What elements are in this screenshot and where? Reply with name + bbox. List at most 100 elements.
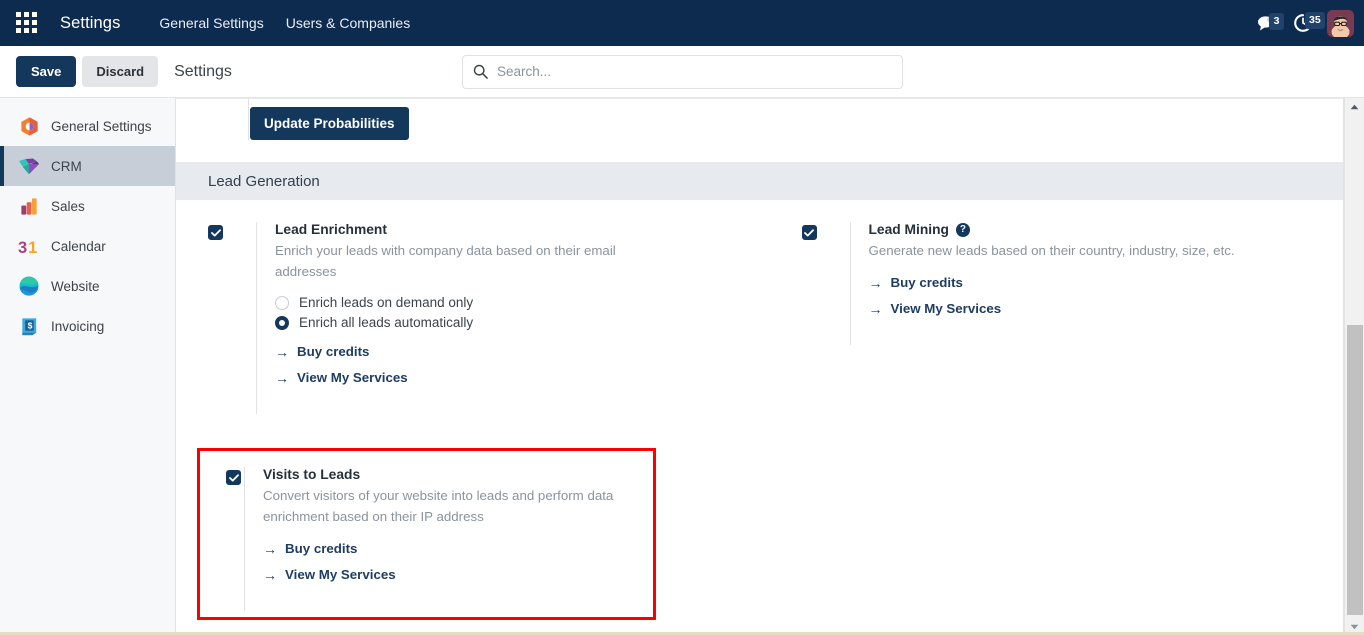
- radio-enrich-on-demand[interactable]: Enrich leads on demand only: [275, 295, 760, 310]
- sidebar-item-label: Invoicing: [51, 318, 105, 334]
- search-icon: [473, 64, 488, 79]
- calendar-icon: 3 1: [18, 235, 40, 257]
- radio-label: Enrich leads on demand only: [299, 295, 474, 310]
- navbar-systray: 3 35: [1257, 0, 1354, 46]
- update-probabilities-button[interactable]: Update Probabilities: [250, 107, 409, 140]
- settings-column-left: Lead Enrichment Enrich your leads with c…: [176, 216, 760, 418]
- arrow-right-icon: →: [275, 343, 289, 360]
- save-button[interactable]: Save: [16, 56, 77, 87]
- radio-enrich-automatically[interactable]: Enrich all leads automatically: [275, 315, 760, 330]
- messages-counter-badge: 3: [1269, 13, 1284, 30]
- link-buy-credits[interactable]: → Buy credits: [263, 541, 653, 556]
- lead-mining-title: Lead Mining ?: [869, 222, 1344, 237]
- link-view-my-services[interactable]: → View My Services: [275, 370, 760, 385]
- scroll-up-arrow-icon[interactable]: [1345, 98, 1364, 115]
- arrow-right-icon: →: [263, 540, 277, 557]
- sidebar-item-label: Website: [51, 278, 100, 294]
- sales-icon: [18, 195, 40, 217]
- lead-enrichment-body: Lead Enrichment Enrich your leads with c…: [256, 222, 760, 414]
- lead-enrichment-radio-group: Enrich leads on demand only Enrich all l…: [275, 295, 760, 330]
- setting-title-text: Lead Enrichment: [275, 222, 387, 237]
- visits-to-leads-body: Visits to Leads Convert visitors of your…: [244, 467, 653, 611]
- check-icon: [210, 228, 221, 236]
- highlight-box-visits-to-leads: Visits to Leads Convert visitors of your…: [197, 448, 656, 620]
- link-view-my-services[interactable]: → View My Services: [263, 567, 653, 582]
- sidebar-item-crm[interactable]: CRM: [0, 146, 175, 186]
- visits-to-leads-links: → Buy credits → View My Services: [263, 541, 653, 582]
- sidebar-item-label: Calendar: [51, 238, 106, 254]
- arrow-right-icon: →: [868, 274, 883, 291]
- arrow-right-icon: →: [263, 566, 277, 583]
- update-probabilities-row: Update Probabilities: [176, 99, 1343, 162]
- general-settings-icon: [18, 115, 40, 137]
- settings-content: Update Probabilities Lead Generation Lea…: [176, 98, 1344, 635]
- link-label: Buy credits: [890, 275, 963, 290]
- arrow-right-icon: →: [868, 300, 883, 317]
- crm-icon: [18, 155, 40, 177]
- lead-enrichment-title: Lead Enrichment: [275, 222, 760, 237]
- visits-to-leads-checkbox[interactable]: [226, 470, 241, 485]
- lead-enrichment-checkbox-wrap: [208, 222, 256, 240]
- link-view-my-services[interactable]: → View My Services: [869, 301, 1344, 316]
- link-label: View My Services: [890, 301, 1002, 316]
- avatar[interactable]: [1327, 9, 1354, 37]
- sidebar-item-invoicing[interactable]: $ Invoicing: [0, 306, 175, 346]
- search-placeholder: Search...: [497, 64, 552, 79]
- setting-title-text: Lead Mining: [868, 222, 949, 237]
- help-question-icon[interactable]: ?: [955, 222, 970, 237]
- sidebar-item-website[interactable]: Website: [0, 266, 175, 306]
- setting-lead-enrichment: Lead Enrichment Enrich your leads with c…: [208, 216, 760, 418]
- lead-enrichment-links: → Buy credits → View My Services: [275, 344, 760, 385]
- sidebar-item-general-settings[interactable]: General Settings: [0, 106, 175, 146]
- lead-mining-description: Generate new leads based on their countr…: [868, 243, 1235, 258]
- page-title: Settings: [174, 62, 232, 80]
- invoicing-icon: $: [18, 315, 40, 337]
- radio-button[interactable]: [275, 295, 289, 310]
- link-label: View My Services: [285, 567, 396, 582]
- lead-enrichment-description: Enrich your leads with company data base…: [275, 243, 616, 279]
- sidebar-item-label: CRM: [51, 158, 82, 174]
- sidebar-item-label: Sales: [51, 198, 85, 214]
- radio-label: Enrich all leads automatically: [299, 315, 474, 330]
- lead-mining-links: → Buy credits → View My Services: [869, 275, 1344, 316]
- control-panel: Save Discard Settings Search...: [0, 46, 1364, 98]
- search-input[interactable]: Search...: [462, 54, 903, 89]
- setting-title-text: Visits to Leads: [263, 467, 361, 482]
- setting-lead-mining: Lead Mining ? Generate new leads based o…: [801, 216, 1344, 349]
- nav-item-users-companies[interactable]: Users & Companies: [275, 10, 422, 36]
- sidebar-item-sales[interactable]: Sales: [0, 186, 175, 226]
- link-buy-credits[interactable]: → Buy credits: [869, 275, 1344, 290]
- app-brand-title[interactable]: Settings: [60, 14, 120, 33]
- check-icon: [228, 473, 239, 481]
- link-label: Buy credits: [285, 541, 358, 556]
- messages-menu[interactable]: 3: [1257, 13, 1284, 32]
- svg-text:3: 3: [18, 238, 27, 256]
- setting-visits-to-leads: Visits to Leads Convert visitors of your…: [200, 467, 653, 615]
- settings-block: Update Probabilities Lead Generation Lea…: [176, 99, 1343, 418]
- lead-mining-body: Lead Mining ? Generate new leads based o…: [849, 222, 1344, 345]
- top-navbar: Settings General Settings Users & Compan…: [0, 0, 1364, 46]
- lead-enrichment-checkbox[interactable]: [208, 225, 223, 240]
- visits-to-leads-checkbox-wrap: [200, 467, 244, 485]
- activities-menu[interactable]: 35: [1293, 12, 1325, 33]
- arrow-right-icon: →: [275, 369, 289, 386]
- link-label: View My Services: [297, 370, 408, 385]
- lead-mining-checkbox-wrap: [801, 222, 850, 240]
- link-buy-credits[interactable]: → Buy credits: [275, 344, 760, 359]
- app-body: General Settings CRM Sales 3 1 Calendar …: [0, 98, 1364, 635]
- nav-item-general-settings[interactable]: General Settings: [148, 10, 274, 36]
- navbar-menu: General Settings Users & Companies: [148, 10, 421, 36]
- check-icon: [804, 228, 814, 236]
- visits-to-leads-title: Visits to Leads: [263, 467, 653, 482]
- sidebar-item-calendar[interactable]: 3 1 Calendar: [0, 226, 175, 266]
- section-header-lead-generation: Lead Generation: [176, 162, 1343, 200]
- scrollbar-thumb[interactable]: [1347, 325, 1363, 615]
- vertical-scrollbar[interactable]: [1344, 98, 1364, 635]
- discard-button[interactable]: Discard: [82, 56, 159, 87]
- link-label: Buy credits: [297, 344, 370, 359]
- activities-counter-badge: 35: [1305, 12, 1325, 29]
- website-icon: [18, 275, 40, 297]
- radio-button-selected[interactable]: [275, 315, 289, 330]
- lead-mining-checkbox[interactable]: [801, 225, 817, 240]
- apps-grid-icon[interactable]: [16, 12, 38, 34]
